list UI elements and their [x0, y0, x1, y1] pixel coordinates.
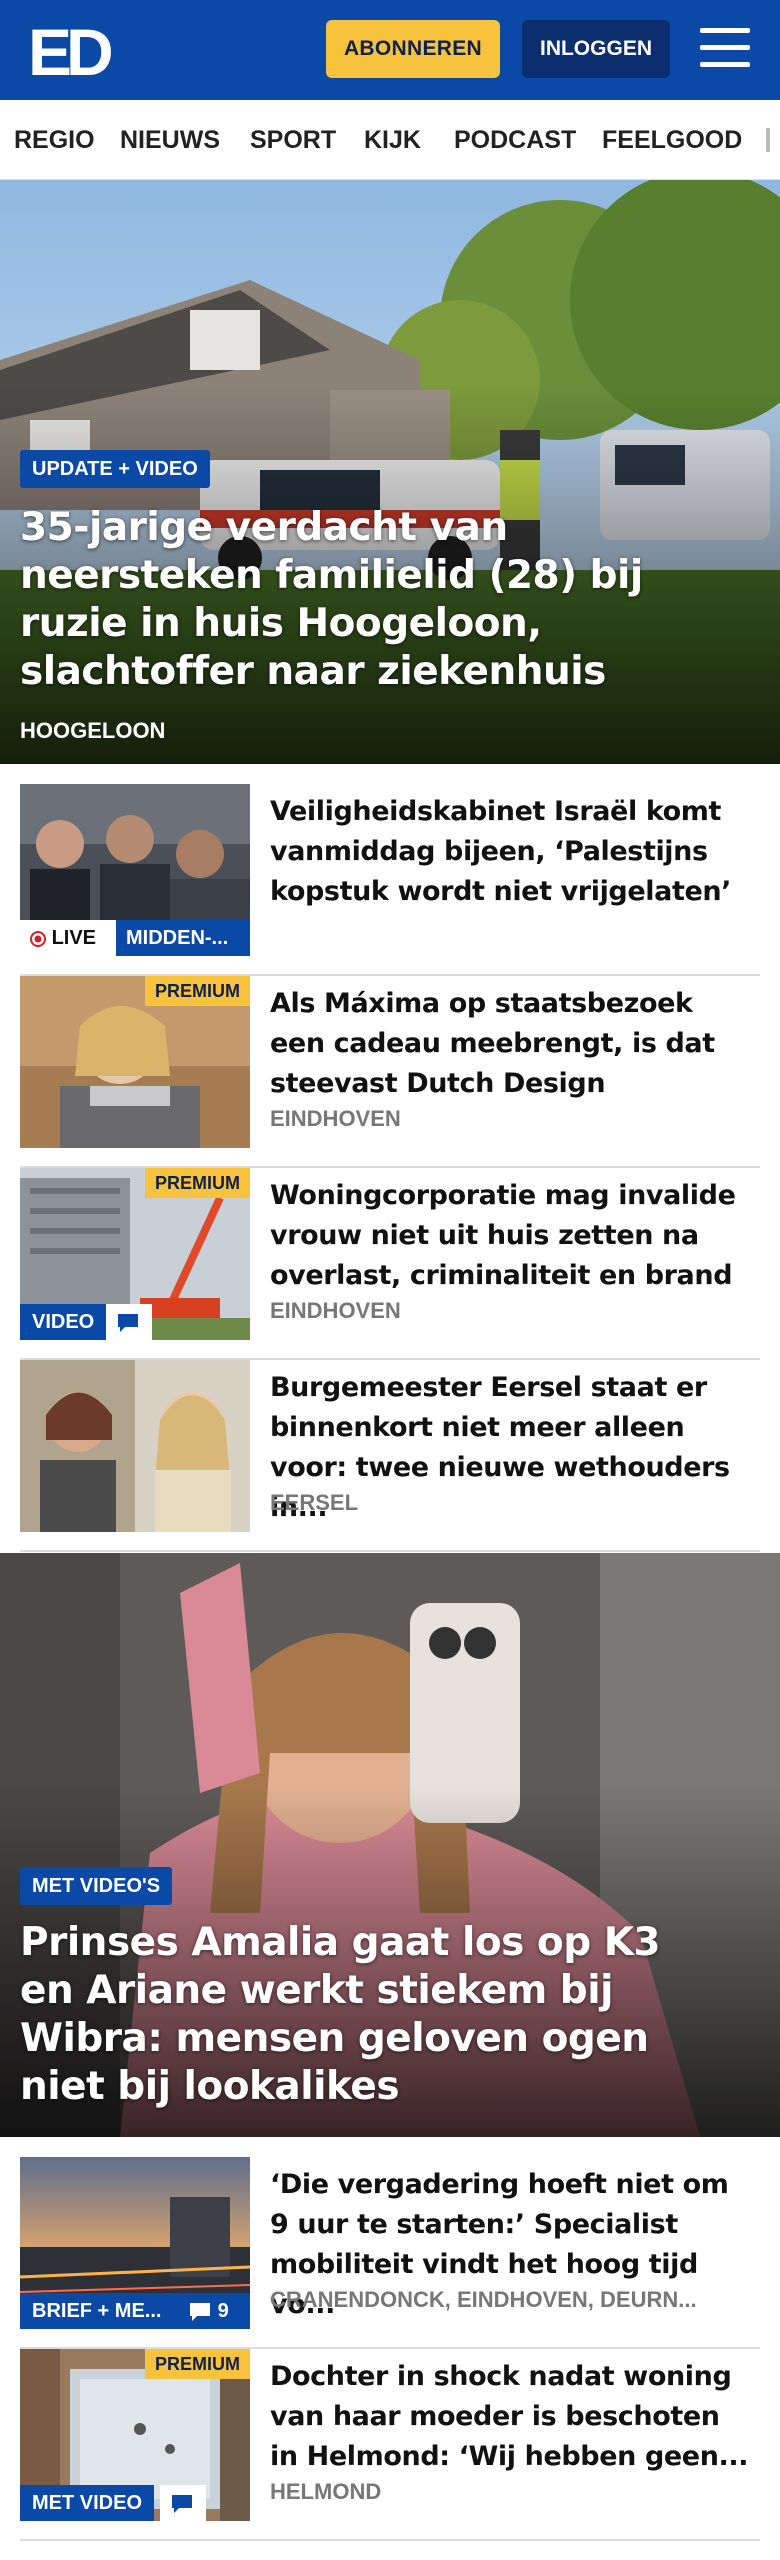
article-location: CRANENDONCK, EINDHOVEN, DEURN...	[270, 2287, 697, 2312]
comments-tag: 9	[180, 2293, 250, 2329]
nav-item-sport[interactable]: SPORT	[250, 100, 336, 179]
article-title[interactable]: Woningcorporatie mag invalide vrouw niet…	[270, 1176, 750, 1296]
article-location: EERSEL	[270, 1490, 359, 1515]
hero-title[interactable]: 35-jarige verdacht van neersteken famili…	[20, 504, 720, 696]
article-row[interactable]: BRIEF + ME... 9 ‘Die vergadering hoeft n…	[20, 2157, 760, 2349]
site-header: ED ABONNEREN INLOGGEN	[0, 0, 780, 100]
comments-tag	[160, 2485, 206, 2521]
article-row[interactable]: Burgemeester Eersel staat er binnenkort …	[20, 1360, 760, 1552]
article-row[interactable]: PREMIUM MET VIDEO Dochter in shock nadat…	[20, 2349, 760, 2541]
article-thumbnail: PREMIUM MET VIDEO	[20, 2349, 250, 2521]
hamburger-menu-icon[interactable]	[700, 26, 750, 70]
nav-item-nieuws[interactable]: NIEUWS	[120, 100, 220, 179]
article-location: EINDHOVEN	[270, 1298, 401, 1323]
article-title[interactable]: Als Máxima op staatsbezoek een cadeau me…	[270, 984, 750, 1104]
video-tag: VIDEO	[20, 1304, 107, 1340]
article-thumbnail: LIVE MIDDEN-...	[20, 784, 250, 956]
article-location: EINDHOVEN	[270, 1106, 401, 1131]
premium-badge: PREMIUM	[145, 976, 250, 1006]
live-label: LIVE	[51, 927, 97, 949]
article-row[interactable]: PREMIUM VIDEO Woningcorporatie mag inval…	[20, 1168, 760, 1360]
article-row[interactable]: LIVE MIDDEN-... Veiligheidskabinet Israë…	[20, 784, 760, 976]
live-tag: LIVE	[20, 920, 116, 956]
article-title[interactable]: Veiligheidskabinet Israël komt vanmiddag…	[270, 792, 750, 912]
live-dot-icon	[30, 930, 46, 947]
nav-overflow-indicator	[766, 128, 770, 152]
premium-badge: PREMIUM	[145, 1168, 250, 1198]
login-button[interactable]: INLOGGEN	[522, 20, 670, 78]
nav-item-podcast[interactable]: PODCAST	[454, 100, 576, 179]
svg-text:ED: ED	[28, 20, 111, 80]
ed-logo[interactable]: ED	[28, 20, 118, 80]
article-thumbnail: BRIEF + ME... 9	[20, 2157, 250, 2329]
nav-item-regio[interactable]: REGIO	[14, 100, 95, 179]
hero-article-2[interactable]: MET VIDEO'S Prinses Amalia gaat los op K…	[0, 1553, 780, 2137]
video-tag: MET VIDEO	[20, 2485, 155, 2521]
comments-tag	[106, 1304, 152, 1340]
article-location: HELMOND	[270, 2479, 382, 2504]
premium-badge: PREMIUM	[145, 2349, 250, 2379]
article-thumbnail: PREMIUM VIDEO	[20, 1168, 250, 1340]
main-nav: REGIO NIEUWS SPORT KIJK PODCAST FEELGOOD	[0, 100, 780, 180]
hero-article[interactable]: UPDATE + VIDEO 35-jarige verdacht van ne…	[0, 180, 780, 764]
article-title[interactable]: Dochter in shock nadat woning van haar m…	[270, 2357, 750, 2477]
nav-item-kijk[interactable]: KIJK	[364, 100, 421, 179]
comment-icon	[172, 2494, 192, 2513]
hero2-badge: MET VIDEO'S	[20, 1867, 173, 1905]
category-tag: BRIEF + ME...	[20, 2293, 180, 2329]
article-thumbnail: PREMIUM	[20, 976, 250, 1148]
article-thumbnail	[20, 1360, 250, 1532]
hero-badge: UPDATE + VIDEO	[20, 450, 210, 488]
comment-icon	[190, 2302, 210, 2321]
comment-count: 9	[217, 2300, 229, 2322]
nav-item-feelgood[interactable]: FEELGOOD	[602, 100, 742, 179]
comment-icon	[118, 1313, 138, 1332]
article-row[interactable]: PREMIUM Als Máxima op staatsbezoek een c…	[20, 976, 760, 1168]
category-tag: MIDDEN-...	[116, 920, 250, 956]
subscribe-button[interactable]: ABONNEREN	[326, 20, 500, 78]
hero-location: HOOGELOON	[20, 718, 166, 743]
hero2-title[interactable]: Prinses Amalia gaat los op K3 en Ariane …	[20, 1919, 720, 2111]
